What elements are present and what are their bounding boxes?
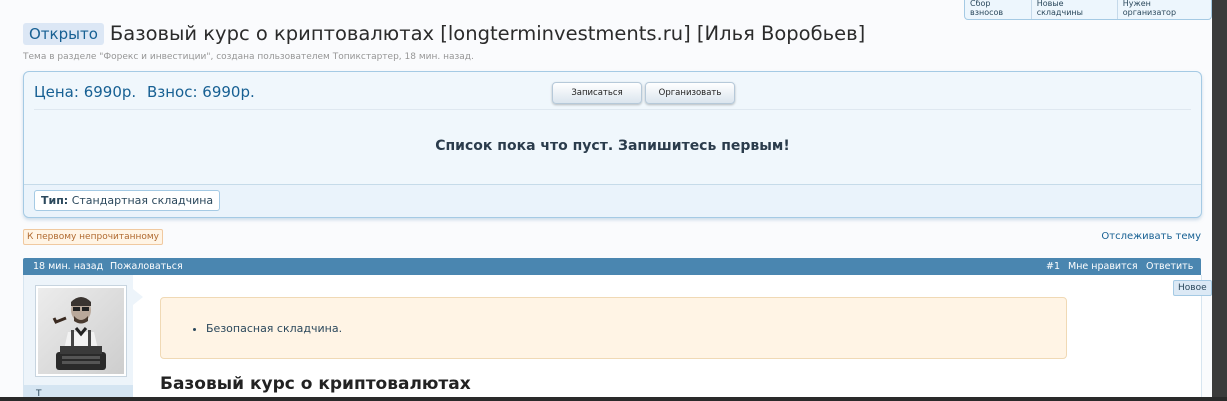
report-link[interactable]: Пожаловаться xyxy=(110,261,183,272)
notice-list: Безопасная складчина. xyxy=(161,322,342,335)
empty-list-message: Список пока что пуст. Запишитесь первым! xyxy=(435,138,790,154)
like-link[interactable]: Мне нравится xyxy=(1068,261,1138,272)
first-unread-button[interactable]: К первому непрочитанному xyxy=(23,229,164,245)
status-badge: Открыто xyxy=(23,22,104,45)
type-label: Тип: xyxy=(41,194,69,207)
post-header-bar: 18 мин. назад Пожаловаться #1 Мне нравит… xyxy=(23,258,1201,275)
tab-fees[interactable]: Сбор взносов xyxy=(965,0,1031,19)
new-badge: Новое xyxy=(1173,280,1212,296)
user-panel-arrow xyxy=(133,289,143,305)
post-body: Т Безопасная складчина. Базовый курс о к… xyxy=(23,275,1202,397)
post-time[interactable]: 18 мин. назад xyxy=(33,261,103,272)
organize-button[interactable]: Организовать xyxy=(645,82,735,104)
post-number[interactable]: #1 xyxy=(1046,261,1060,272)
thread-meta: Тема в разделе "Форекс и инвестиции", со… xyxy=(23,52,474,62)
avatar[interactable] xyxy=(35,285,127,377)
window-bottom-edge xyxy=(0,397,1227,401)
forum-page: Сбор взносов Новые складчины Нужен орган… xyxy=(0,0,1212,397)
post-heading: Базовый курс о криптовалютах xyxy=(160,374,471,394)
top-tabs: Сбор взносов Новые складчины Нужен орган… xyxy=(964,0,1212,20)
price-value: Цена: 6990р. xyxy=(34,83,137,101)
avatar-image xyxy=(38,288,124,374)
price-box: Цена: 6990р. Взнос: 6990р. Записаться Ор… xyxy=(23,71,1202,218)
join-button[interactable]: Записаться xyxy=(552,82,642,104)
notice-item[interactable]: Безопасная складчина. xyxy=(206,322,342,335)
reply-link[interactable]: Ответить xyxy=(1146,261,1193,272)
window-edge xyxy=(1212,0,1227,401)
page-title: Базовый курс о криптовалютах [longtermin… xyxy=(109,22,866,45)
username-strip: Т xyxy=(24,385,133,397)
price-box-footer: Тип: Стандартная складчина xyxy=(24,184,1201,217)
username[interactable]: Т xyxy=(36,389,42,397)
divider xyxy=(34,109,1191,110)
price-line: Цена: 6990р. Взнос: 6990р. xyxy=(34,83,261,101)
watch-thread-link[interactable]: Отслеживать тему xyxy=(1101,231,1201,242)
tab-new[interactable]: Новые складчины xyxy=(1030,0,1117,19)
notice-box: Безопасная складчина. xyxy=(160,297,1067,359)
user-panel: Т xyxy=(24,275,133,397)
fee-value: Взнос: 6990р. xyxy=(146,83,255,101)
type-badge: Тип: Стандартная складчина xyxy=(34,190,221,211)
type-value: Стандартная складчина xyxy=(71,194,214,207)
title-row: Открыто Базовый курс о криптовалютах [lo… xyxy=(23,22,865,45)
tab-need-organizer[interactable]: Нужен организатор xyxy=(1116,0,1211,19)
